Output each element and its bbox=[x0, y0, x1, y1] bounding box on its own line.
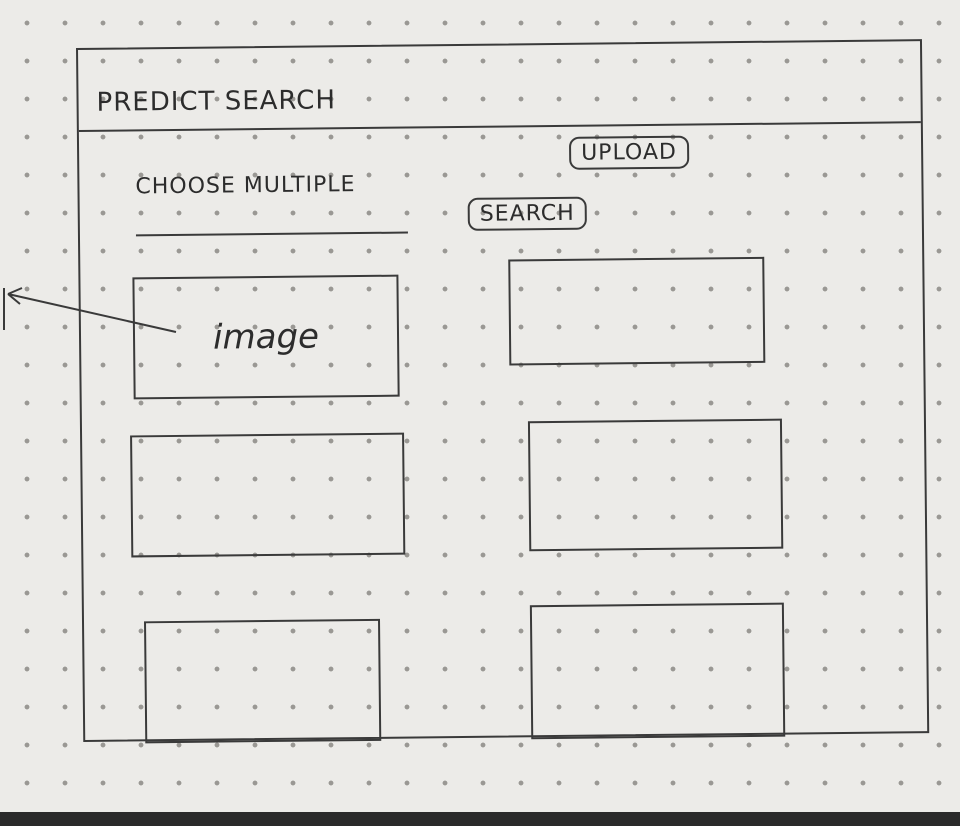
image-tile[interactable] bbox=[508, 256, 766, 366]
image-tile[interactable] bbox=[529, 602, 786, 740]
image-tile[interactable] bbox=[144, 618, 382, 744]
bottom-edge bbox=[0, 812, 960, 826]
file-input-field[interactable] bbox=[135, 231, 408, 237]
image-label: image bbox=[212, 316, 320, 358]
arrow-annotation bbox=[3, 287, 177, 333]
upload-button[interactable]: UPLOAD bbox=[568, 135, 690, 170]
image-tile[interactable] bbox=[130, 432, 406, 558]
app-window: PREDICT SEARCH CHOOSE MULTIPLE UPLOAD SE… bbox=[76, 39, 930, 744]
app-title: PREDICT SEARCH bbox=[96, 85, 337, 118]
choose-multiple-label: CHOOSE MULTIPLE bbox=[135, 172, 356, 200]
header: PREDICT SEARCH bbox=[78, 41, 921, 132]
search-button[interactable]: SEARCH bbox=[467, 196, 587, 231]
image-tile[interactable] bbox=[527, 418, 784, 552]
